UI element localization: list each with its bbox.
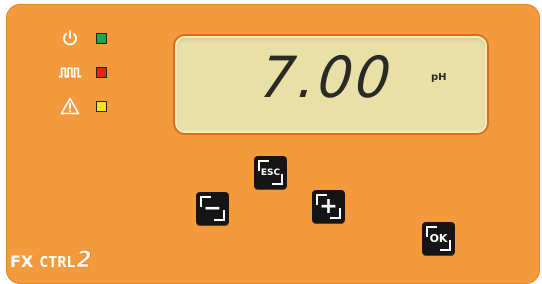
warning-icon: [58, 96, 82, 116]
measurement-value: 7.00: [257, 44, 397, 111]
ok-label: OK: [429, 232, 448, 245]
lcd-display: 7.00 pH: [173, 34, 489, 135]
minus-icon: −: [203, 196, 222, 221]
alarm-led: [96, 100, 107, 112]
brand-fx: FX: [10, 252, 34, 271]
pulse-led: [96, 66, 107, 78]
pulse-icon: [58, 62, 82, 82]
brand-version: 2: [76, 248, 92, 274]
controller-panel: 7.00 pH ESC − + OK: [6, 4, 540, 284]
esc-button[interactable]: ESC: [254, 156, 287, 189]
alarm-status: [58, 96, 107, 116]
plus-button[interactable]: +: [312, 190, 345, 223]
esc-label: ESC: [260, 167, 281, 178]
ok-button[interactable]: OK: [422, 222, 455, 255]
power-icon: [58, 28, 82, 48]
plus-icon: +: [319, 194, 338, 219]
measurement-unit: pH: [431, 72, 447, 83]
brand-ctrl: CTRL: [39, 253, 76, 271]
pulse-status: [58, 62, 107, 82]
power-led: [96, 32, 107, 44]
power-status: [58, 28, 107, 48]
brand-logo: FX CTRL 2: [10, 248, 92, 274]
minus-button[interactable]: −: [196, 192, 229, 225]
